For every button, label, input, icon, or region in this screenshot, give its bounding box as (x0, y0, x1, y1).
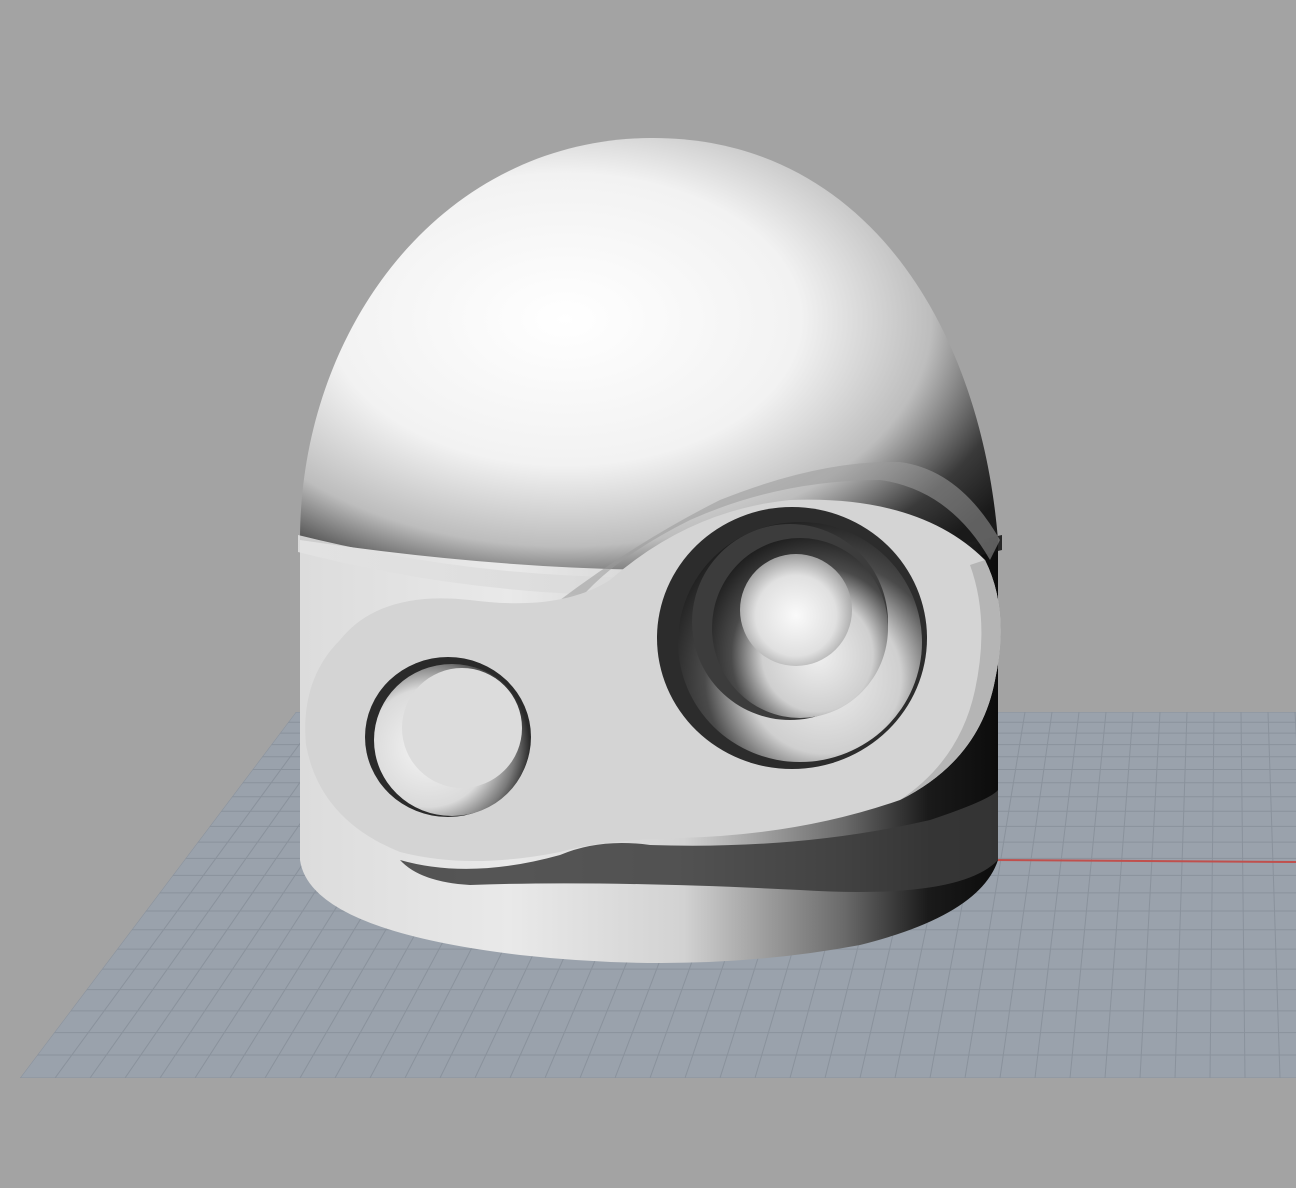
head-dome (300, 137, 998, 571)
left-eye (365, 657, 531, 817)
3d-viewport[interactable] (0, 0, 1296, 1188)
right-eye (657, 507, 927, 769)
grid-column-line (20, 712, 54, 1078)
robot-head-model[interactable] (298, 137, 1002, 963)
right-eye-pupil (740, 554, 852, 666)
grid-column-line (20, 712, 27, 1078)
